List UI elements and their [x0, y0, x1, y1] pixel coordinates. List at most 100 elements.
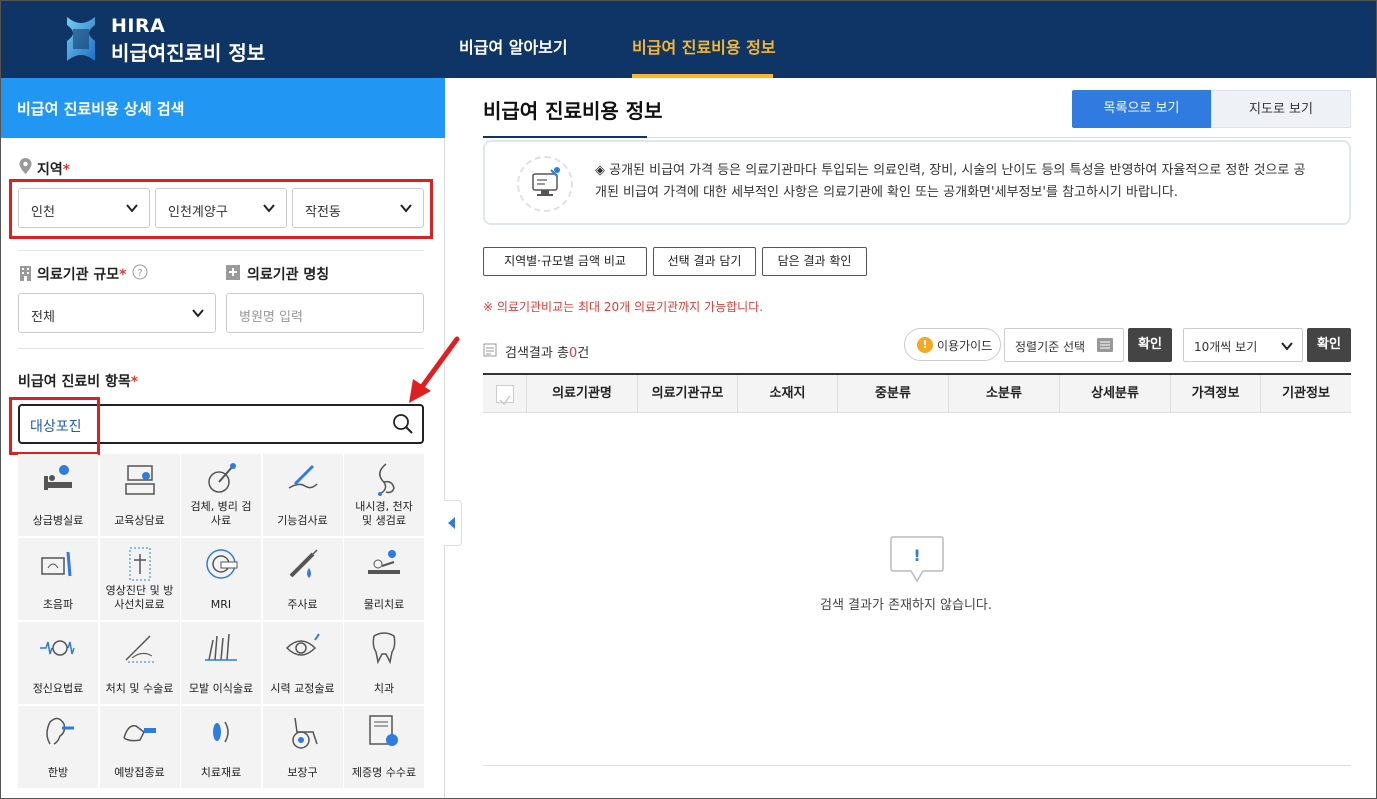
category-label: 시력 교정술료: [270, 682, 335, 695]
divider: [18, 348, 424, 349]
category-label: 교육상담료: [114, 514, 165, 527]
category-tooth[interactable]: 치과: [344, 622, 424, 704]
add-selection-button[interactable]: 선택 결과 담기: [653, 247, 756, 276]
brain-wave-icon: [40, 640, 75, 656]
hira-logo-icon: [67, 17, 95, 61]
category-certificate[interactable]: 제증명 수수료: [344, 706, 424, 788]
sort-select[interactable]: 정렬기준 선택: [1004, 328, 1124, 362]
category-label: 상급병실료: [32, 514, 84, 527]
category-label: 보장구: [287, 766, 318, 779]
sort-placeholder: 정렬기준 선택: [1015, 340, 1086, 354]
result-prefix: 검색결과 총: [505, 346, 569, 361]
th-institution-info[interactable]: 기관정보: [1261, 375, 1351, 413]
category-mri[interactable]: MRI: [181, 538, 261, 620]
map-view-button[interactable]: 지도로 보기: [1211, 90, 1351, 128]
detail-search-header: 비급여 진료비용 상세 검색: [1, 78, 445, 138]
category-brain-wave[interactable]: 정신요법료: [18, 622, 98, 704]
vaccination-icon: [122, 725, 156, 742]
th-detail-category[interactable]: 상세분류: [1060, 375, 1171, 413]
category-hospital-bed[interactable]: 상급병실료: [18, 454, 98, 536]
th-middle-category[interactable]: 중분류: [838, 375, 949, 413]
building-icon: [20, 266, 31, 281]
category-function-test[interactable]: 기능검사료: [262, 454, 343, 536]
required-mark: *: [119, 267, 127, 283]
endoscope-icon: [378, 463, 395, 496]
document-list-icon: [483, 343, 497, 357]
category-radiology[interactable]: 영상진단 및 방사선치료료: [99, 538, 180, 620]
th-price-info[interactable]: 가격정보: [1171, 375, 1261, 413]
hospital-name-input[interactable]: 병원명 입력: [226, 293, 424, 333]
category-counseling-desk[interactable]: 교육상담료: [99, 454, 180, 536]
search-icon[interactable]: [392, 413, 414, 435]
category-wheelchair[interactable]: 보장구: [262, 706, 343, 788]
category-physical-therapy[interactable]: 물리치료: [344, 538, 424, 620]
select-all-checkbox[interactable]: [496, 385, 514, 406]
hospital-cross-icon: [226, 265, 240, 280]
title-rule-accent: [483, 136, 647, 138]
chevron-down-icon: [192, 309, 204, 318]
sort-confirm-button[interactable]: 확인: [1128, 328, 1172, 362]
category-label: 한방: [47, 766, 69, 779]
category-label: 주사료: [287, 598, 318, 611]
surgery-icon: [124, 635, 154, 663]
required-mark: *: [130, 374, 139, 390]
region-label: 지역*: [37, 159, 70, 179]
scale-label: 의료기관 규모*: [37, 264, 126, 284]
category-specimen-test[interactable]: 검체, 병리 검사료: [181, 454, 261, 536]
usage-guide-label: 이용가이드: [937, 339, 993, 353]
result-suffix: 건: [577, 346, 590, 361]
th-sub-category[interactable]: 소분류: [949, 375, 1060, 413]
hair-transplant-icon: [205, 633, 237, 661]
usage-guide-button[interactable]: ! 이용가이드: [904, 328, 1001, 361]
nav-item-cost-info[interactable]: 비급여 진료비용 정보: [632, 34, 776, 58]
th-location[interactable]: 소재지: [738, 375, 838, 413]
logo-hira[interactable]: HIRA: [111, 15, 165, 37]
category-label: 모발 이식술료: [188, 682, 254, 695]
category-label: 기능검사료: [277, 514, 328, 527]
category-acupuncture-ear[interactable]: 한방: [18, 706, 98, 788]
category-treatment-material[interactable]: 치료재료: [181, 706, 261, 788]
th-hospital-name[interactable]: 의료기관명: [527, 375, 638, 413]
category-vaccination[interactable]: 예방접종료: [99, 706, 180, 788]
category-ultrasound[interactable]: 초음파: [18, 538, 98, 620]
panel-collapse-tab[interactable]: [444, 500, 462, 546]
page-size-value: 10개씩 보기: [1194, 340, 1258, 354]
monitor-price-icon: [532, 167, 560, 196]
category-hair-transplant[interactable]: 모발 이식술료: [181, 622, 261, 704]
hospital-bed-icon: [44, 465, 72, 490]
page-size-select[interactable]: 10개씩 보기: [1183, 328, 1303, 362]
view-saved-button[interactable]: 담은 결과 확인: [762, 247, 867, 276]
category-label: 초음파: [42, 598, 74, 611]
nav-item-about[interactable]: 비급여 알아보기: [459, 34, 568, 58]
category-syringe[interactable]: 주사료: [262, 538, 343, 620]
collapse-left-icon: [448, 517, 455, 529]
detail-search-title: 비급여 진료비용 상세 검색: [17, 100, 185, 118]
table-bottom-rule: [483, 765, 1351, 766]
empty-result-message: 검색 결과가 존재하지 않습니다.: [820, 598, 993, 613]
category-eye[interactable]: 시력 교정술료: [262, 622, 343, 704]
page-title: 비급여 진료비용 정보: [483, 99, 663, 123]
category-endoscope[interactable]: 내시경, 천자 및 생검료: [344, 454, 424, 536]
chevron-down-icon: [1281, 342, 1293, 351]
radiology-icon: [129, 547, 150, 581]
th-select-all: [483, 375, 527, 413]
info-icon: !: [917, 337, 933, 353]
scale-select[interactable]: 전체: [18, 293, 216, 333]
list-menu-icon: [1097, 338, 1113, 352]
th-hospital-scale[interactable]: 의료기관규모: [638, 375, 738, 413]
result-count: 검색결과 총0건: [505, 342, 589, 361]
treatment-material-icon: [213, 721, 229, 743]
help-icon[interactable]: ?: [132, 264, 148, 280]
logo-subtitle[interactable]: 비급여진료비 정보: [111, 37, 265, 66]
location-pin-icon: [19, 158, 32, 174]
physical-therapy-icon: [368, 550, 400, 574]
specimen-test-icon: [208, 463, 236, 493]
category-label: MRI: [210, 598, 232, 611]
acupuncture-ear-icon: [46, 717, 74, 745]
list-view-button[interactable]: 목록으로 보기: [1072, 90, 1211, 128]
compare-region-scale-button[interactable]: 지역별·규모별 금액 비교: [483, 247, 647, 276]
tooth-icon: [372, 632, 396, 665]
category-surgery[interactable]: 처치 및 수술료: [99, 622, 180, 704]
notice-text: ◈ 공개된 비급여 가격 등은 의료기관마다 투입되는 의료인력, 장비, 시술…: [595, 163, 1306, 200]
page-size-confirm-button[interactable]: 확인: [1307, 328, 1351, 362]
